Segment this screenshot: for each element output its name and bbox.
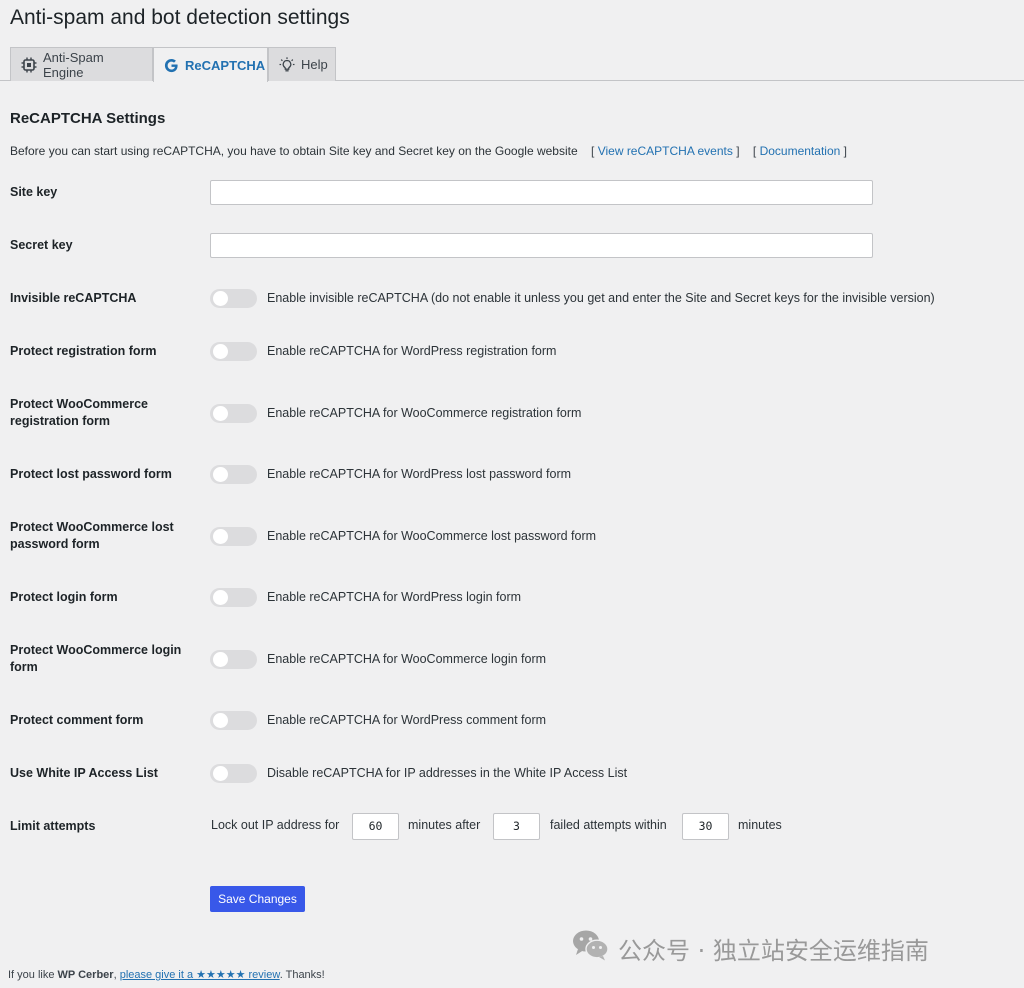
tab-label: Help xyxy=(301,57,328,72)
toggle-knob xyxy=(213,529,228,544)
protect-woo-login-text: Enable reCAPTCHA for WooCommerce login f… xyxy=(267,652,547,666)
protect-woo-login-label: Protect WooCommerce login form xyxy=(10,643,182,674)
protect-woo-registration-text: Enable reCAPTCHA for WooCommerce registr… xyxy=(267,406,582,420)
site-key-input[interactable] xyxy=(210,180,873,205)
section-intro: Before you can start using reCAPTCHA, yo… xyxy=(10,144,847,158)
tab-label: ReCAPTCHA xyxy=(185,57,266,73)
bracket: ] xyxy=(843,144,847,158)
protect-lost-password-text: Enable reCAPTCHA for WordPress lost pass… xyxy=(267,467,572,481)
white-ip-list-label: Use White IP Access List xyxy=(10,766,158,780)
failed-attempts-input[interactable]: 3 xyxy=(493,813,540,840)
protect-lost-password-label: Protect lost password form xyxy=(10,467,172,481)
intro-text: Before you can start using reCAPTCHA, yo… xyxy=(10,144,578,158)
toggle-knob xyxy=(213,406,228,421)
footer-suffix: . Thanks! xyxy=(279,969,325,981)
tab-help[interactable]: Help xyxy=(268,47,336,81)
within-minutes-input[interactable]: 30 xyxy=(682,813,729,840)
site-key-label: Site key xyxy=(10,185,58,199)
protect-woo-registration-label: Protect WooCommerce registration form xyxy=(10,397,148,428)
footer-prefix: If you like xyxy=(8,969,55,981)
toggle-knob xyxy=(213,766,228,781)
tab-label: Anti-Spam Engine xyxy=(43,49,104,80)
protect-login-toggle[interactable] xyxy=(210,588,257,607)
tab-bar: Anti-Spam Engine ReCAPTCHA Help xyxy=(0,47,1024,82)
failed-attempts-text: failed attempts within xyxy=(550,818,667,832)
google-g-icon xyxy=(164,58,179,73)
secret-key-label: Secret key xyxy=(10,238,73,252)
lockout-minutes-input[interactable]: 60 xyxy=(352,813,399,840)
footer: If you like WP Cerber, please give it a … xyxy=(8,968,325,981)
toggle-knob xyxy=(213,291,228,306)
bracket: [ xyxy=(591,144,595,158)
watermark-text: 公众号 · 独立站安全运维指南 xyxy=(618,936,929,965)
toggle-knob xyxy=(213,652,228,667)
white-ip-list-text: Disable reCAPTCHA for IP addresses in th… xyxy=(267,766,628,780)
page-title: Anti-spam and bot detection settings xyxy=(10,6,350,29)
protect-login-text: Enable reCAPTCHA for WordPress login for… xyxy=(267,590,522,604)
invisible-recaptcha-label: Invisible reCAPTCHA xyxy=(10,291,137,305)
documentation-link[interactable]: Documentation xyxy=(760,144,841,158)
protect-registration-text: Enable reCAPTCHA for WordPress registrat… xyxy=(267,344,557,358)
lightbulb-icon xyxy=(279,56,295,73)
minutes-text: minutes xyxy=(738,818,782,832)
toggle-knob xyxy=(213,467,228,482)
save-changes-button[interactable]: Save Changes xyxy=(210,886,305,912)
footer-comma: , xyxy=(113,969,117,981)
wechat-icon xyxy=(572,929,610,967)
toggle-knob xyxy=(213,713,228,728)
invisible-recaptcha-text: Enable invisible reCAPTCHA (do not enabl… xyxy=(267,291,935,305)
footer-brand: WP Cerber xyxy=(57,969,114,981)
bracket: [ xyxy=(752,144,757,158)
limit-attempts-label: Limit attempts xyxy=(10,819,96,833)
watermark: 公众号 · 独立站安全运维指南 xyxy=(572,929,929,967)
protect-registration-toggle[interactable] xyxy=(210,342,257,361)
protect-woo-lost-password-text: Enable reCAPTCHA for WooCommerce lost pa… xyxy=(267,529,597,543)
toggle-knob xyxy=(213,590,228,605)
view-recaptcha-events-link[interactable]: View reCAPTCHA events xyxy=(598,144,733,158)
protect-registration-label: Protect registration form xyxy=(10,344,157,358)
chip-icon xyxy=(21,57,37,73)
minutes-after-text: minutes after xyxy=(408,818,481,832)
toggle-knob xyxy=(213,344,228,359)
tab-anti-spam-engine[interactable]: Anti-Spam Engine xyxy=(10,47,153,81)
tab-recaptcha[interactable]: ReCAPTCHA xyxy=(153,47,268,82)
protect-lost-password-toggle[interactable] xyxy=(210,465,257,484)
protect-comment-label: Protect comment form xyxy=(10,713,144,727)
protect-woo-lost-password-label: Protect WooCommerce lost password form xyxy=(10,520,174,551)
protect-woo-login-toggle[interactable] xyxy=(210,650,257,669)
bracket: ] xyxy=(736,144,740,158)
protect-comment-text: Enable reCAPTCHA for WordPress comment f… xyxy=(267,713,547,727)
review-link[interactable]: please give it a ★★★★★ review xyxy=(120,969,280,981)
section-title: ReCAPTCHA Settings xyxy=(10,110,166,127)
white-ip-list-toggle[interactable] xyxy=(210,764,257,783)
protect-comment-toggle[interactable] xyxy=(210,711,257,730)
protect-woo-registration-toggle[interactable] xyxy=(210,404,257,423)
invisible-recaptcha-toggle[interactable] xyxy=(210,289,257,308)
protect-woo-lost-password-toggle[interactable] xyxy=(210,527,257,546)
secret-key-input[interactable] xyxy=(210,233,873,258)
protect-login-label: Protect login form xyxy=(10,590,118,604)
lockout-text: Lock out IP address for xyxy=(211,818,340,832)
